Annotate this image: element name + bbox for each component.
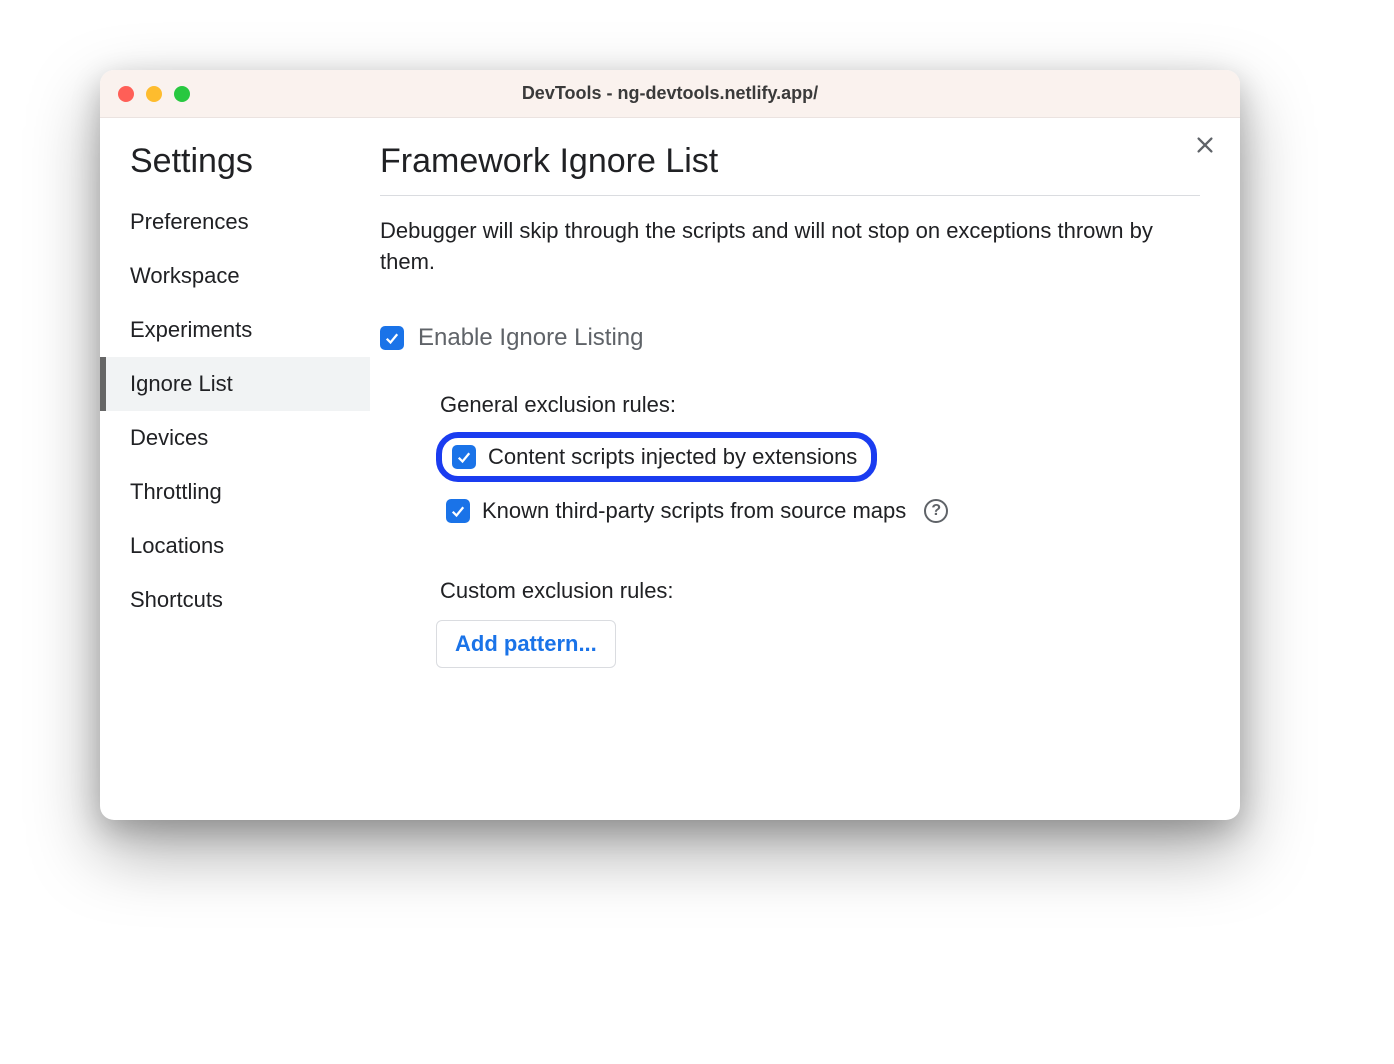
- custom-exclusion-heading: Custom exclusion rules:: [440, 578, 1200, 604]
- enable-ignore-listing-row[interactable]: Enable Ignore Listing: [380, 324, 1200, 352]
- settings-sidebar: Settings Preferences Workspace Experimen…: [100, 118, 370, 820]
- sidebar-item-label: Throttling: [130, 479, 222, 504]
- traffic-lights: [100, 86, 190, 102]
- window-maximize-button[interactable]: [174, 86, 190, 102]
- window-minimize-button[interactable]: [146, 86, 162, 102]
- sidebar-item-label: Preferences: [130, 209, 249, 234]
- window-titlebar: DevTools - ng-devtools.netlify.app/: [100, 70, 1240, 118]
- checkmark-icon: [455, 448, 473, 466]
- sidebar-item-ignore-list[interactable]: Ignore List: [100, 357, 370, 411]
- rule-content-scripts-checkbox[interactable]: [452, 445, 476, 469]
- sidebar-item-label: Workspace: [130, 263, 240, 288]
- sidebar-item-label: Experiments: [130, 317, 252, 342]
- checkmark-icon: [383, 329, 401, 347]
- sidebar-item-label: Shortcuts: [130, 587, 223, 612]
- sidebar-item-label: Locations: [130, 533, 224, 558]
- rule-third-party-row[interactable]: Known third-party scripts from source ma…: [436, 490, 1200, 532]
- devtools-settings-window: DevTools - ng-devtools.netlify.app/ Sett…: [100, 70, 1240, 820]
- settings-main-panel: Framework Ignore List Debugger will skip…: [370, 118, 1240, 820]
- sidebar-item-throttling[interactable]: Throttling: [100, 465, 370, 519]
- general-exclusion-heading: General exclusion rules:: [440, 392, 1200, 418]
- sidebar-item-shortcuts[interactable]: Shortcuts: [100, 573, 370, 627]
- rule-third-party-checkbox[interactable]: [446, 499, 470, 523]
- window-title: DevTools - ng-devtools.netlify.app/: [100, 83, 1240, 104]
- window-close-button[interactable]: [118, 86, 134, 102]
- add-pattern-button[interactable]: Add pattern...: [436, 620, 616, 668]
- settings-heading: Settings: [100, 142, 370, 195]
- enable-ignore-listing-checkbox[interactable]: [380, 326, 404, 350]
- settings-content: Settings Preferences Workspace Experimen…: [100, 118, 1240, 820]
- checkmark-icon: [449, 502, 467, 520]
- general-exclusion-rules: Content scripts injected by extensions K…: [436, 432, 1200, 532]
- sidebar-item-devices[interactable]: Devices: [100, 411, 370, 465]
- page-description: Debugger will skip through the scripts a…: [380, 216, 1200, 278]
- close-settings-button[interactable]: [1192, 132, 1218, 158]
- close-icon: [1194, 134, 1216, 156]
- sidebar-item-preferences[interactable]: Preferences: [100, 195, 370, 249]
- sidebar-item-workspace[interactable]: Workspace: [100, 249, 370, 303]
- help-icon[interactable]: ?: [924, 499, 948, 523]
- sidebar-item-locations[interactable]: Locations: [100, 519, 370, 573]
- enable-ignore-listing-label: Enable Ignore Listing: [418, 324, 644, 352]
- add-pattern-label: Add pattern...: [455, 631, 597, 656]
- rule-third-party-label: Known third-party scripts from source ma…: [482, 498, 906, 524]
- page-title: Framework Ignore List: [380, 142, 1200, 196]
- sidebar-item-experiments[interactable]: Experiments: [100, 303, 370, 357]
- rule-content-scripts-label: Content scripts injected by extensions: [488, 444, 857, 470]
- rule-content-scripts-row[interactable]: Content scripts injected by extensions: [436, 432, 877, 482]
- sidebar-item-label: Ignore List: [130, 371, 233, 396]
- sidebar-item-label: Devices: [130, 425, 208, 450]
